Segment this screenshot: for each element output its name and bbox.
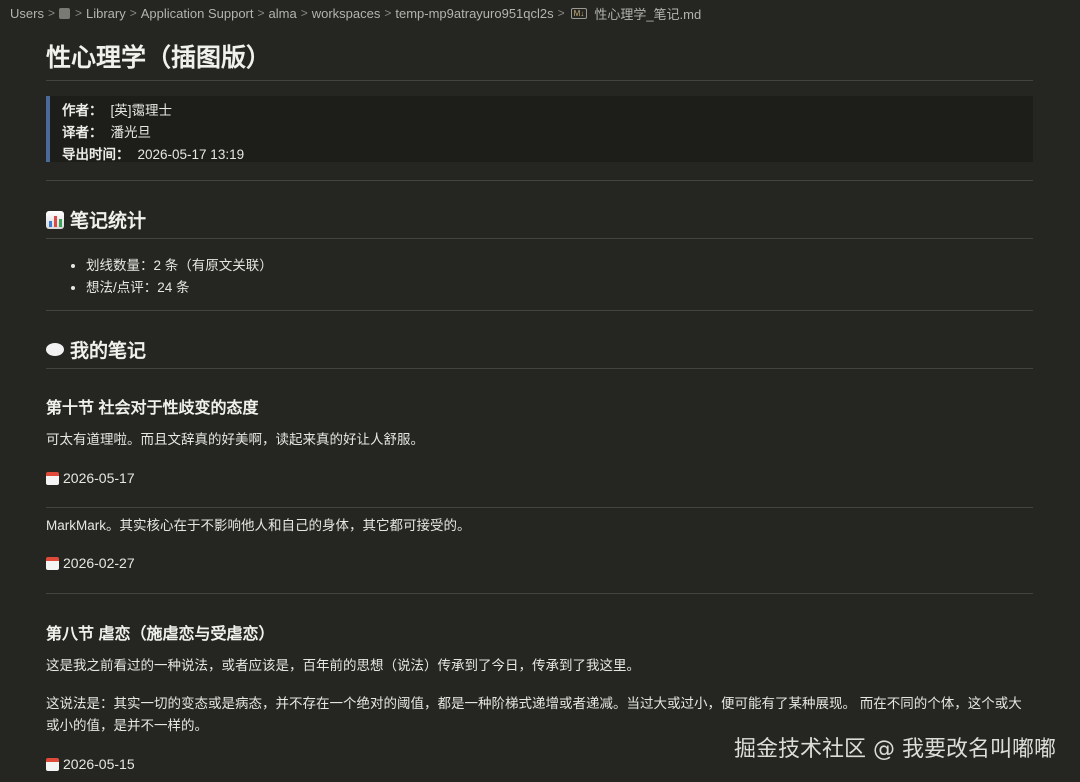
- meta-export-row: 导出时间： 2026-05-17 13:19: [62, 144, 1033, 166]
- breadcrumb-item-file[interactable]: 性心理学_笔记.md: [594, 4, 701, 23]
- meta-translator-value: 潘光旦: [110, 125, 152, 140]
- meta-author-row: 作者： [英]霭理士: [62, 100, 1033, 122]
- divider: [46, 310, 1033, 311]
- note-date: 2026-05-17: [46, 470, 135, 486]
- divider: [46, 593, 1033, 594]
- list-item: 想法/点评：24 条: [86, 277, 273, 299]
- breadcrumb: Users > > Library > Application Support …: [10, 4, 701, 22]
- section-title: 第十节 社会对于性歧变的态度: [46, 400, 259, 417]
- breadcrumb-separator: >: [47, 6, 55, 20]
- note-date: 2026-05-15: [46, 756, 135, 772]
- markdown-file-icon: M↓: [570, 7, 588, 19]
- breadcrumb-separator: >: [74, 6, 82, 20]
- breadcrumb-separator: >: [129, 6, 137, 20]
- meta-export-label: 导出时间：: [62, 147, 130, 162]
- breadcrumb-separator: >: [384, 6, 392, 20]
- divider: [46, 368, 1033, 369]
- note-date-text: 2026-05-15: [63, 756, 135, 772]
- meta-export-value: 2026-05-17 13:19: [137, 147, 245, 162]
- breadcrumb-separator: >: [257, 6, 265, 20]
- note-date: 2026-02-27: [46, 555, 135, 571]
- note-date-text: 2026-02-27: [63, 555, 135, 571]
- calendar-icon: [46, 471, 59, 485]
- breadcrumb-separator: >: [557, 6, 565, 20]
- breadcrumb-separator: >: [300, 6, 308, 20]
- folder-icon: [58, 7, 70, 19]
- note-text: 这是我之前看过的一种说法，或者应该是，百年前的思想（说法）传承到了今日，传承到了…: [46, 658, 640, 673]
- breadcrumb-item-workspaces[interactable]: workspaces: [312, 6, 381, 21]
- breadcrumb-item-application-support[interactable]: Application Support: [141, 6, 254, 21]
- note-text: MarkMark。其实核心在于不影响他人和自己的身体，其它都可接受的。: [46, 518, 471, 533]
- stats-list: 划线数量：2 条（有原文关联） 想法/点评：24 条: [68, 255, 273, 299]
- page-title: 性心理学（插图版）: [46, 44, 272, 72]
- list-item: 划线数量：2 条（有原文关联）: [86, 255, 273, 277]
- breadcrumb-item-users[interactable]: Users: [10, 6, 44, 21]
- divider: [46, 507, 1033, 508]
- notes-heading-text: 我的笔记: [70, 341, 147, 362]
- meta-author-value: [英]霭理士: [110, 103, 173, 118]
- calendar-icon: [46, 556, 59, 570]
- breadcrumb-item-library[interactable]: Library: [86, 6, 126, 21]
- meta-author-label: 作者：: [62, 103, 103, 118]
- section-title: 第八节 虐恋（施虐恋与受虐恋）: [46, 626, 275, 643]
- watermark: 掘金技术社区 @ 我要改名叫嘟嘟: [734, 737, 1056, 762]
- divider: [46, 80, 1033, 81]
- stats-heading-text: 笔记统计: [70, 211, 147, 232]
- note-date-text: 2026-05-17: [63, 470, 135, 486]
- thought-bubble-icon: [46, 343, 64, 356]
- note-text: 可太有道理啦。而且文辞真的好美啊，读起来真的好让人舒服。: [46, 432, 424, 447]
- meta-translator-label: 译者：: [62, 125, 103, 140]
- divider: [46, 180, 1033, 181]
- calendar-icon: [46, 757, 59, 771]
- bar-chart-icon: [46, 210, 64, 229]
- stats-heading: 笔记统计: [46, 206, 146, 233]
- breadcrumb-item-alma[interactable]: alma: [269, 6, 297, 21]
- notes-heading: 我的笔记: [46, 336, 146, 363]
- metadata-blockquote: 作者： [英]霭理士 译者： 潘光旦 导出时间： 2026-05-17 13:19: [46, 96, 1033, 162]
- breadcrumb-item-temp[interactable]: temp-mp9atrayuro951qcl2s: [395, 6, 553, 21]
- divider: [46, 238, 1033, 239]
- meta-translator-row: 译者： 潘光旦: [62, 122, 1033, 144]
